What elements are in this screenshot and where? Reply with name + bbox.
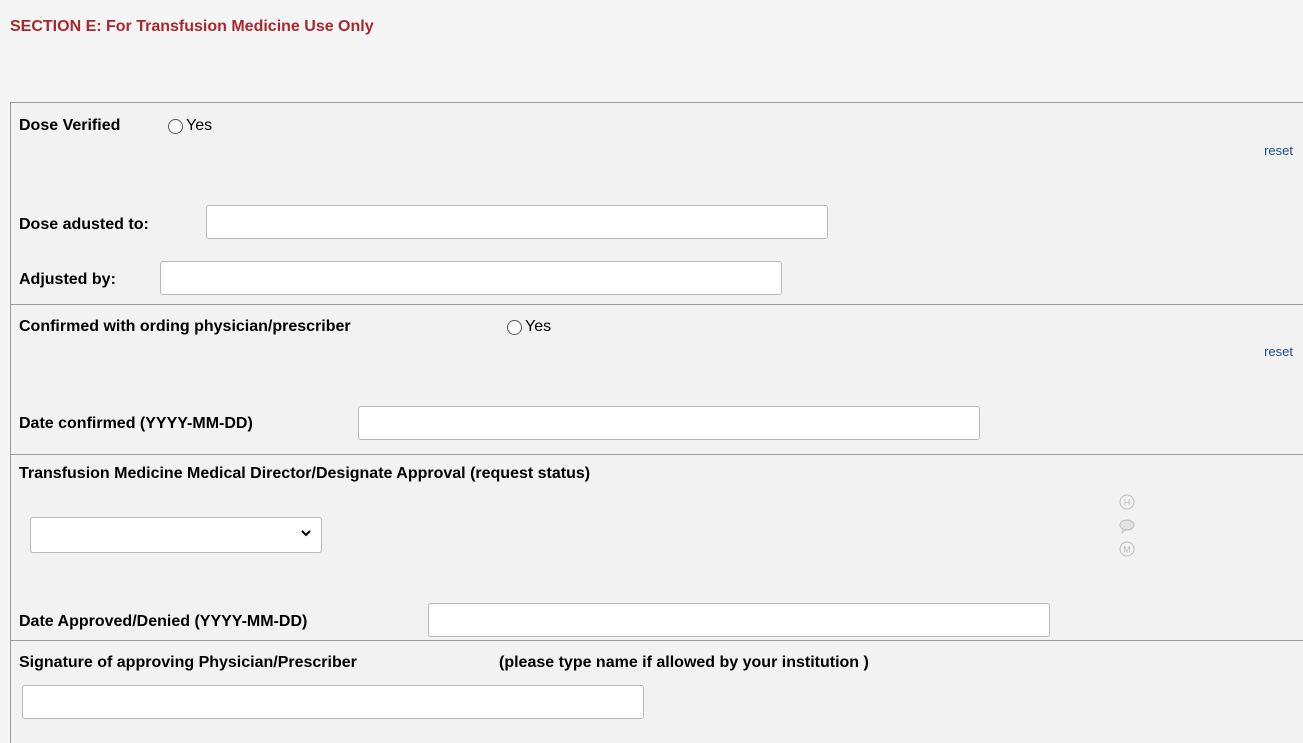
signature-note: (please type name if allowed by your ins… <box>499 654 869 671</box>
confirmed-physician-yes-radio[interactable] <box>507 320 522 335</box>
section-title: SECTION E: For Transfusion Medicine Use … <box>10 18 374 35</box>
confirmed-physician-label: Confirmed with ording physician/prescrib… <box>19 318 351 335</box>
dose-verified-yes-radio[interactable] <box>168 119 183 134</box>
comment-icon[interactable] <box>1119 518 1135 534</box>
dose-verified-reset-link[interactable]: reset <box>1264 143 1293 158</box>
form-table: Dose Verified Yes reset Dose adusted to:… <box>10 102 1303 743</box>
svg-text:M: M <box>1123 545 1131 555</box>
approval-status-select[interactable] <box>30 517 322 553</box>
confirmed-physician-yes-label[interactable]: Yes <box>525 318 551 336</box>
chevron-down-icon <box>301 530 311 537</box>
confirmed-physician-row: Confirmed with ording physician/prescrib… <box>11 304 1303 455</box>
adjusted-by-label: Adjusted by: <box>19 271 116 288</box>
dose-verified-row: Dose Verified Yes reset Dose adusted to:… <box>11 103 1303 305</box>
signature-label: Signature of approving Physician/Prescri… <box>19 654 357 671</box>
signature-row: Signature of approving Physician/Prescri… <box>11 640 1303 740</box>
dose-adjusted-label: Dose adusted to: <box>19 216 149 233</box>
approval-label: Transfusion Medicine Medical Director/De… <box>19 465 591 482</box>
approval-row: Transfusion Medicine Medical Director/De… <box>11 455 1303 641</box>
adjusted-by-input[interactable] <box>160 261 782 295</box>
signature-input[interactable] <box>22 685 644 719</box>
svg-text:H: H <box>1124 498 1131 508</box>
date-approved-label: Date Approved/Denied (YYYY-MM-DD) <box>19 613 308 630</box>
confirmed-physician-reset-link[interactable]: reset <box>1264 344 1293 359</box>
date-approved-input[interactable] <box>428 603 1050 637</box>
dose-adjusted-input[interactable] <box>206 205 828 239</box>
date-confirmed-label: Date confirmed (YYYY-MM-DD) <box>19 415 253 432</box>
missing-data-icon[interactable]: M <box>1119 541 1135 557</box>
date-confirmed-input[interactable] <box>358 406 980 440</box>
dose-verified-yes-label[interactable]: Yes <box>186 117 212 135</box>
dose-verified-label: Dose Verified <box>19 117 121 134</box>
history-icon[interactable]: H <box>1119 494 1135 510</box>
